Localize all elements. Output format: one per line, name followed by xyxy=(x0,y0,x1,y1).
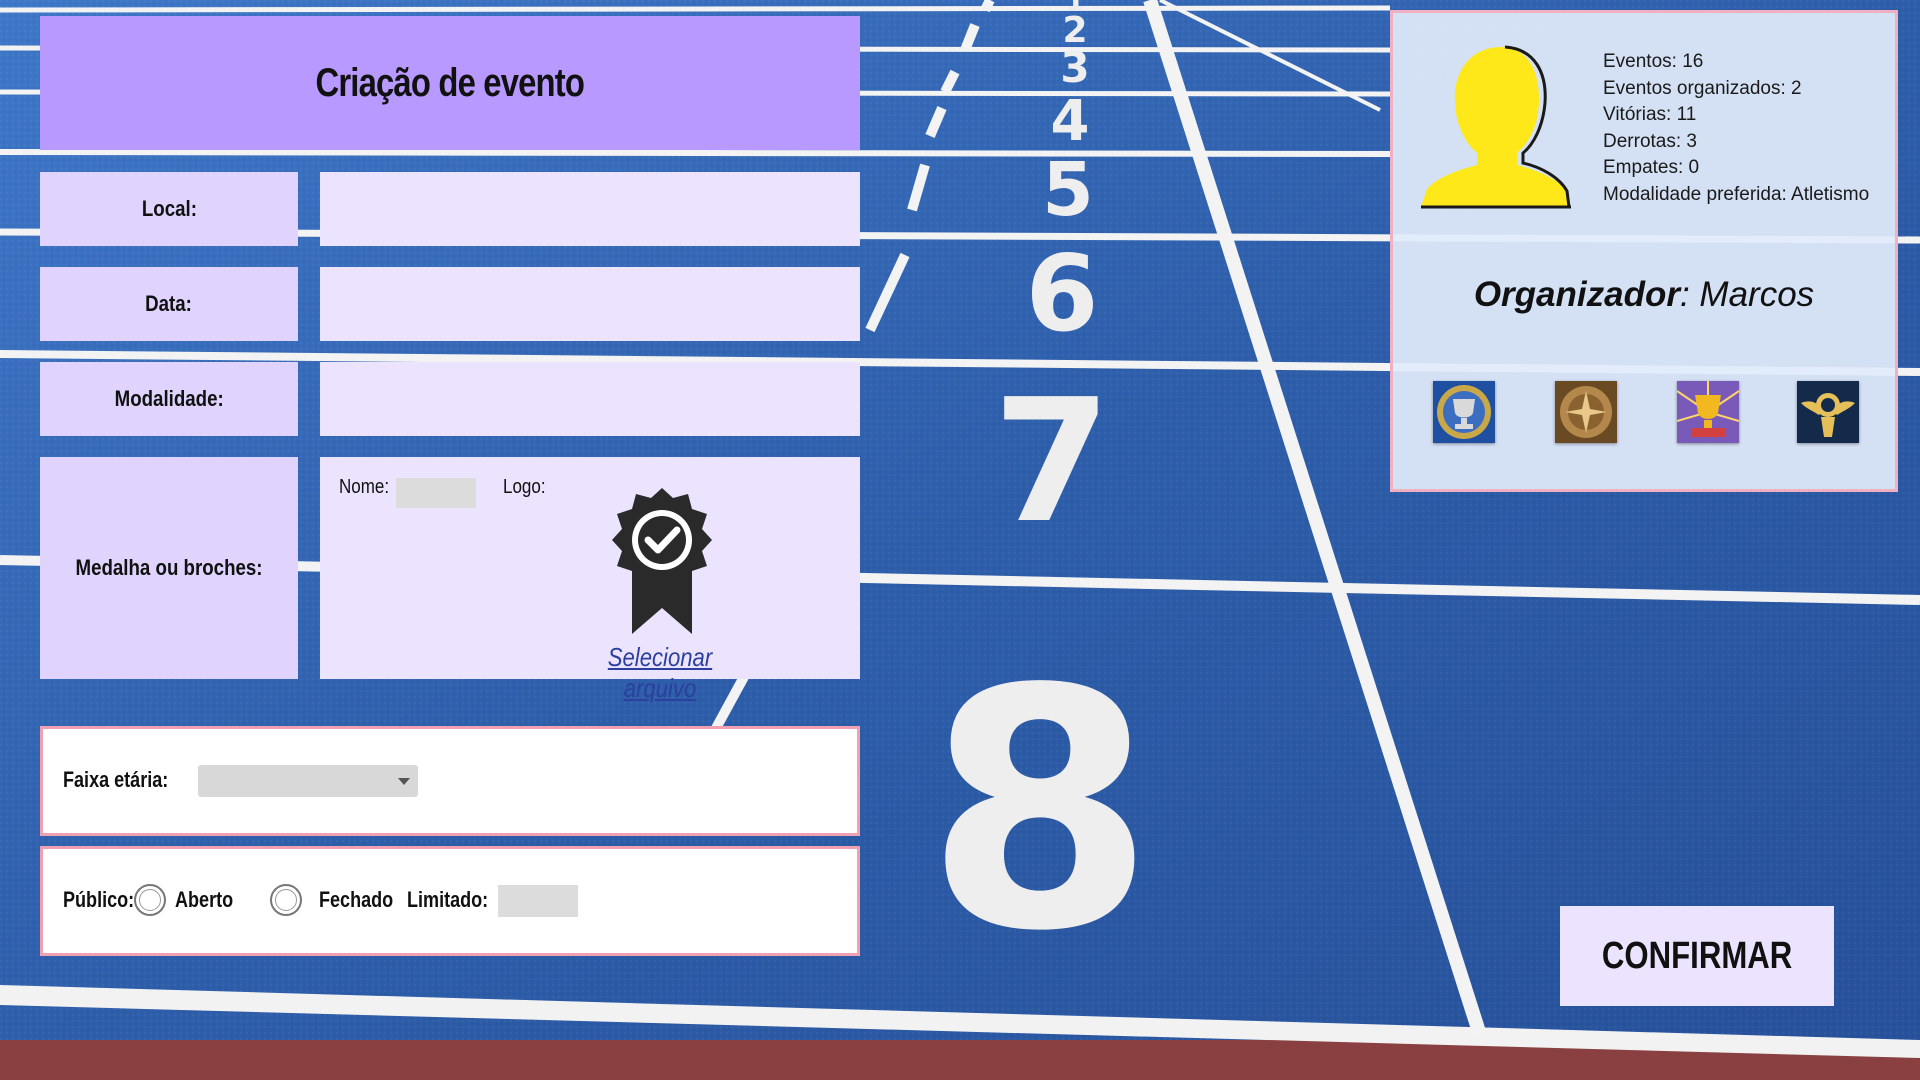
page-title-banner: Criação de evento xyxy=(40,16,860,150)
winged-medal-icon xyxy=(1797,381,1859,443)
page-title: Criação de evento xyxy=(315,60,585,105)
svg-text:6: 6 xyxy=(1025,233,1098,355)
trophy-medal-icon xyxy=(1433,381,1495,443)
select-file-link[interactable]: Selecionar arquivo xyxy=(575,642,745,704)
data-label: Data: xyxy=(145,291,193,316)
age-range-box: Faixa etária: xyxy=(40,726,860,836)
public-box: Público: Aberto Fechado Limitado: xyxy=(40,846,860,956)
confirm-label: CONFIRMAR xyxy=(1601,934,1793,977)
data-label-box: Data: xyxy=(40,267,298,341)
organizer-name: : Marcos xyxy=(1679,275,1815,314)
aberto-label: Aberto xyxy=(175,887,234,912)
profile-stats: Eventos: 16 Eventos organizados: 2 Vitór… xyxy=(1603,49,1869,208)
svg-text:4: 4 xyxy=(1051,89,1090,154)
data-field[interactable] xyxy=(320,267,860,341)
organizer-profile-card: Eventos: 16 Eventos organizados: 2 Vitór… xyxy=(1390,10,1898,492)
public-label: Público: xyxy=(63,887,135,912)
radio-aberto[interactable] xyxy=(134,884,166,916)
stat-derrotas: Derrotas: 3 xyxy=(1603,130,1697,152)
radio-fechado[interactable] xyxy=(270,884,302,916)
compass-medal-icon xyxy=(1555,381,1617,443)
chevron-down-icon xyxy=(398,778,410,785)
stat-modalidade-preferida: Modalidade preferida: Atletismo xyxy=(1603,183,1870,205)
medal-label-box: Medalha ou broches: xyxy=(40,457,298,679)
modalidade-field[interactable] xyxy=(320,362,860,436)
medal-name-input[interactable] xyxy=(396,478,476,508)
fechado-label: Fechado xyxy=(319,887,394,912)
confirm-button[interactable]: CONFIRMAR xyxy=(1560,906,1834,1006)
user-silhouette-icon xyxy=(1421,45,1571,209)
svg-text:5: 5 xyxy=(1042,147,1094,233)
limitado-input[interactable] xyxy=(498,885,578,917)
medal-label: Medalha ou broches: xyxy=(75,555,263,580)
organizer-label: Organizador xyxy=(1473,275,1680,314)
cup-medal-icon xyxy=(1677,381,1739,443)
stat-eventos: Eventos: 16 xyxy=(1603,51,1704,72)
modalidade-input[interactable] xyxy=(320,362,860,436)
logo-label: Logo: xyxy=(503,476,546,498)
local-label: Local: xyxy=(141,196,197,221)
modalidade-label-box: Modalidade: xyxy=(40,362,298,436)
local-field[interactable] xyxy=(320,172,860,246)
age-range-select[interactable] xyxy=(198,765,418,797)
stat-empates: Empates: 0 xyxy=(1603,157,1700,178)
stat-eventos-organizados: Eventos organizados: 2 xyxy=(1603,77,1802,99)
svg-text:3: 3 xyxy=(1060,43,1089,92)
svg-text:7: 7 xyxy=(993,363,1111,561)
local-input[interactable] xyxy=(320,172,860,246)
local-label-box: Local: xyxy=(40,172,298,246)
data-input[interactable] xyxy=(320,267,860,341)
age-range-label: Faixa etária: xyxy=(63,767,169,792)
svg-text:8: 8 xyxy=(925,619,1155,1003)
medal-name-label: Nome: xyxy=(339,476,390,498)
modalidade-label: Modalidade: xyxy=(114,386,224,411)
award-badge-icon xyxy=(612,488,712,634)
stat-vitorias: Vitórias: 11 xyxy=(1603,104,1697,125)
limitado-label: Limitado: xyxy=(407,887,489,912)
organizer-line: Organizador: Marcos xyxy=(1393,275,1895,315)
